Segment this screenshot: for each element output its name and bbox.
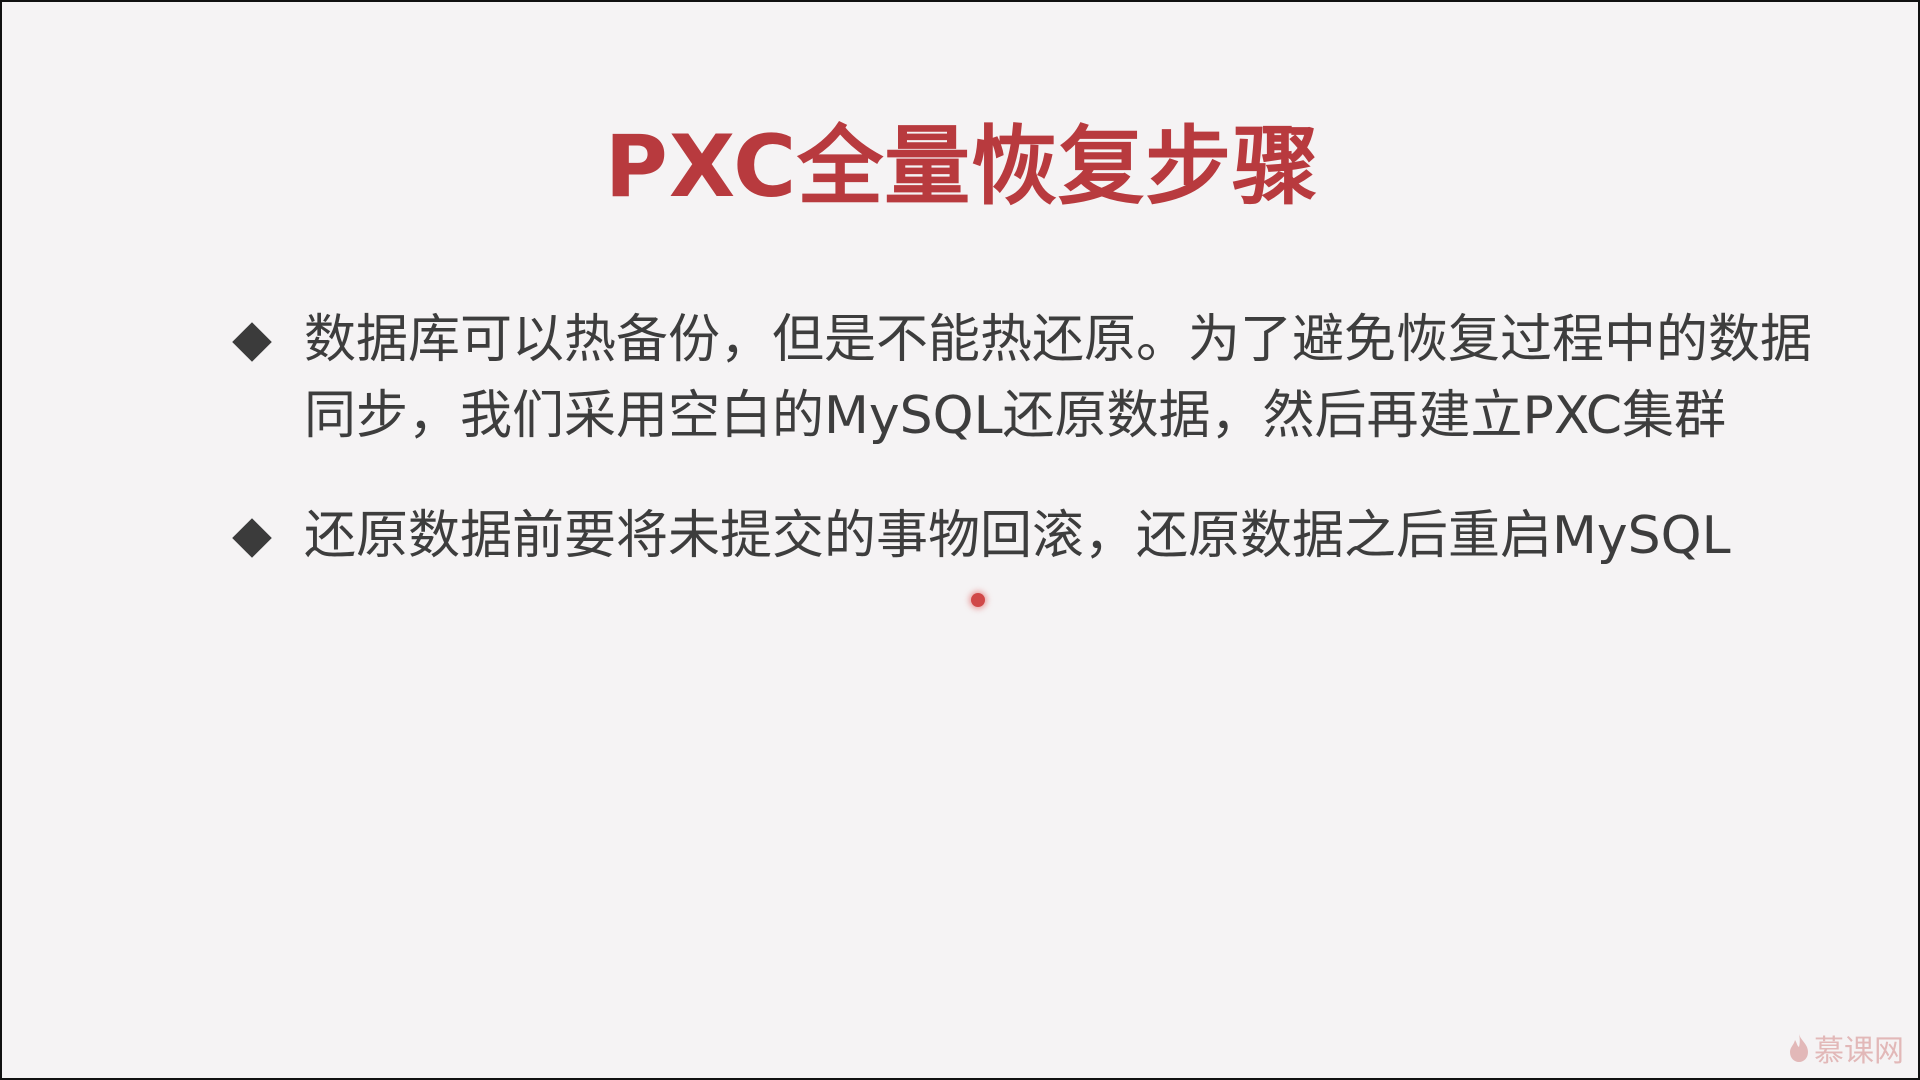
- presentation-slide: PXC全量恢复步骤 数据库可以热备份，但是不能热还原。为了避免恢复过程中的数据同…: [0, 0, 1920, 1080]
- laser-pointer-dot: [971, 593, 985, 607]
- watermark-text: 慕课网: [1814, 1034, 1904, 1069]
- diamond-bullet-icon: [232, 322, 272, 362]
- slide-title: PXC全量恢复步骤: [604, 117, 1320, 217]
- flame-logo-icon: [1790, 1034, 1808, 1062]
- bullet-text: 数据库可以热备份，但是不能热还原。为了避免恢复过程中的数据同步，我们采用空白的M…: [304, 310, 1813, 446]
- bullet-item: 数据库可以热备份，但是不能热还原。为了避免恢复过程中的数据同步，我们采用空白的M…: [232, 302, 1852, 454]
- bullet-item: 还原数据前要将未提交的事物回滚，还原数据之后重启MySQL: [232, 498, 1852, 574]
- diamond-bullet-icon: [232, 518, 272, 558]
- bullet-text: 还原数据前要将未提交的事物回滚，还原数据之后重启MySQL: [304, 506, 1731, 566]
- bullet-list: 数据库可以热备份，但是不能热还原。为了避免恢复过程中的数据同步，我们采用空白的M…: [232, 302, 1852, 618]
- watermark: 慕课网: [1788, 1026, 1904, 1070]
